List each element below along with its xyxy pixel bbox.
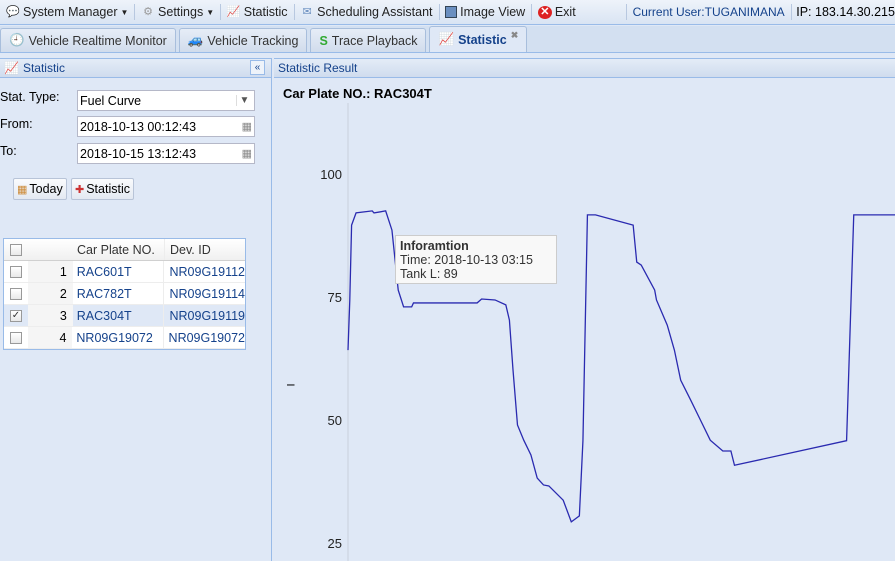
- tab-vehicle-tracking[interactable]: 🚙 Vehicle Tracking: [178, 28, 308, 52]
- tooltip-tank: Tank L: 89: [400, 267, 458, 281]
- to-date-field[interactable]: 2018-10-15 13:12:43 ▦: [77, 143, 255, 164]
- from-date-field[interactable]: 2018-10-13 00:12:43 ▦: [77, 116, 255, 137]
- dev-id: NR09G19112: [169, 264, 245, 279]
- tab-statistic[interactable]: 📈 Statistic ✖: [429, 26, 528, 52]
- panel-header: 📈 Statistic «: [0, 58, 271, 78]
- chart-add-icon: ✚: [75, 183, 85, 196]
- row-number: 2: [27, 283, 73, 304]
- stat-type-label: Stat. Type:: [0, 90, 60, 104]
- tab-bar: 🕘 Vehicle Realtime Monitor 🚙 Vehicle Track…: [0, 26, 895, 53]
- statistic-run-button[interactable]: ✚ Statistic: [71, 178, 134, 200]
- to-label: To:: [0, 144, 17, 158]
- clock-icon: 🕘: [9, 33, 25, 47]
- tab-trace-playback[interactable]: S Trace Playback: [310, 28, 427, 52]
- row-checkbox[interactable]: [9, 331, 22, 344]
- settings-menu[interactable]: ⚙ Settings ▼: [135, 5, 220, 19]
- tooltip-time: Time: 2018-10-13 03:15: [400, 253, 533, 267]
- stat-type-value: Fuel Curve: [80, 93, 142, 108]
- chart-tooltip: Inforamtion Time: 2018-10-13 03:15 Tank …: [395, 235, 557, 284]
- row-checkbox[interactable]: [9, 287, 22, 300]
- to-date-value: 2018-10-15 13:12:43: [80, 146, 197, 161]
- chart-icon: 📈: [438, 32, 455, 46]
- dev-id: NR09G19114: [169, 286, 245, 301]
- exit-icon: ✕: [537, 5, 552, 19]
- tab-vehicle-realtime-monitor[interactable]: 🕘 Vehicle Realtime Monitor: [0, 28, 176, 52]
- car-plate: RAC782T: [73, 283, 165, 304]
- table-row[interactable]: ✓ 3 RAC304T NR09G19119: [4, 305, 245, 327]
- stat-type-select[interactable]: Fuel Curve ▼: [77, 90, 255, 111]
- calendar-icon: ▦: [17, 183, 28, 196]
- dropdown-arrow-icon: ▼: [206, 7, 215, 17]
- row-checkbox[interactable]: [9, 265, 22, 278]
- from-date-value: 2018-10-13 00:12:43: [80, 119, 197, 134]
- image-view-button[interactable]: Image View: [439, 5, 531, 19]
- ip-address: IP: 183.14.30.215: [796, 5, 895, 19]
- car-plate: NR09G19072: [72, 327, 164, 348]
- table-row[interactable]: 2 RAC782T NR09G19114: [4, 283, 245, 305]
- row-number: 3: [27, 305, 73, 326]
- dropdown-arrow-icon: ▼: [120, 7, 129, 17]
- dev-id: NR09G19119: [169, 308, 245, 323]
- car-plate: RAC601T: [73, 261, 165, 282]
- statistic-panel: 📈 Statistic « Stat. Type: Fuel Curve ▼ Fro…: [0, 58, 272, 561]
- close-tab-icon[interactable]: ✖: [511, 30, 519, 41]
- collapse-icon[interactable]: «: [250, 60, 265, 75]
- gear-icon: ⚙: [143, 5, 153, 18]
- main-toolbar: 💬 System Manager ▼ ⚙ Settings ▼ 📈 Statistic ✉…: [0, 0, 895, 25]
- car-icon: 🚙: [187, 33, 204, 47]
- mail-icon: ✉: [302, 5, 312, 18]
- tooltip-title: Inforamtion: [400, 239, 469, 253]
- exit-button[interactable]: ✕ Exit: [532, 5, 582, 19]
- y-tick-label: 75: [328, 290, 342, 305]
- row-number: 1: [27, 261, 73, 282]
- table-row[interactable]: 4 NR09G19072 NR09G19072: [4, 327, 245, 349]
- car-plate: RAC304T: [73, 305, 165, 326]
- chart-icon: 📈: [4, 61, 19, 75]
- fuel-chart: 25 50 75 100: [320, 103, 895, 561]
- grid-header: Car Plate NO. Dev. ID: [4, 239, 245, 261]
- vehicle-grid: Car Plate NO. Dev. ID 1 RAC601T NR09G19112 2…: [3, 238, 246, 350]
- y-tick-label: 25: [328, 536, 342, 551]
- scheduling-assistant-button[interactable]: ✉ Scheduling Assistant: [294, 5, 438, 19]
- y-tick-label: 50: [328, 413, 342, 428]
- chart-icon: 📈: [226, 5, 241, 18]
- image-icon: [445, 6, 458, 18]
- current-user: Current User:TUGANIMANA: [632, 5, 785, 19]
- system-manager-menu[interactable]: 💬 System Manager ▼: [0, 5, 134, 19]
- calendar-icon[interactable]: ▦: [242, 120, 252, 133]
- select-all-checkbox[interactable]: [10, 243, 22, 256]
- row-checkbox[interactable]: ✓: [9, 309, 22, 322]
- col-dev-id[interactable]: Dev. ID: [165, 239, 245, 261]
- statistic-button[interactable]: 📈 Statistic: [221, 5, 294, 19]
- col-car-plate[interactable]: Car Plate NO.: [73, 239, 165, 260]
- row-number: 4: [27, 327, 73, 348]
- table-row[interactable]: 1 RAC601T NR09G19112: [4, 261, 245, 283]
- y-tick-label: 100: [320, 167, 342, 182]
- statistic-result-panel: Statistic Result Car Plate NO.: RAC304T …: [274, 58, 895, 561]
- chat-icon: 💬: [6, 5, 20, 18]
- trace-icon: S: [319, 33, 328, 48]
- chevron-down-icon[interactable]: ▼: [236, 95, 252, 106]
- from-label: From:: [0, 117, 33, 131]
- today-button[interactable]: ▦ Today: [13, 178, 67, 200]
- calendar-icon[interactable]: ▦: [242, 147, 252, 160]
- dev-id: NR09G19072: [168, 330, 245, 345]
